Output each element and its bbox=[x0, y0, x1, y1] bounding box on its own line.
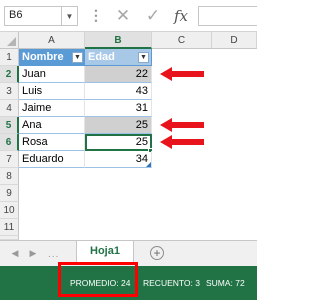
insert-function-icon[interactable]: fx bbox=[170, 6, 192, 26]
table-cell-nombre[interactable]: Rosa bbox=[19, 134, 85, 151]
filter-dropdown-icon[interactable]: ▼ bbox=[138, 52, 149, 63]
table-cell-edad[interactable]: 25 bbox=[85, 117, 152, 134]
select-all-icon bbox=[7, 37, 16, 46]
more-sheets-icon[interactable]: ... bbox=[48, 249, 59, 260]
cancel-icon[interactable]: ✕ bbox=[112, 6, 134, 26]
enter-icon[interactable]: ✓ bbox=[142, 6, 164, 26]
red-arrow-icon bbox=[160, 67, 204, 81]
row-header-1[interactable]: 1 bbox=[0, 49, 19, 66]
add-sheet-icon[interactable]: + bbox=[150, 246, 164, 260]
table-cell-nombre[interactable]: Ana bbox=[19, 117, 85, 134]
header-label: Nombre bbox=[22, 51, 64, 63]
formula-bar: B6 ▼ • • • ✕ ✓ fx bbox=[0, 0, 257, 32]
table-resize-handle[interactable] bbox=[146, 162, 151, 167]
active-cell[interactable]: 25 bbox=[85, 134, 152, 151]
select-all-button[interactable] bbox=[0, 32, 19, 49]
row-header-11[interactable]: 11 bbox=[0, 219, 19, 236]
row-header-3[interactable]: 3 bbox=[0, 83, 19, 100]
table-cell-nombre[interactable]: Luis bbox=[19, 83, 85, 100]
drag-handle-icon[interactable]: • • • bbox=[94, 7, 98, 26]
red-arrow-icon bbox=[160, 135, 204, 149]
column-header-d[interactable]: D bbox=[212, 32, 257, 49]
filter-dropdown-icon[interactable]: ▼ bbox=[72, 52, 83, 63]
column-header-c[interactable]: C bbox=[152, 32, 212, 49]
status-suma[interactable]: SUMA: 72 bbox=[206, 278, 245, 288]
row-header-5[interactable]: 5 bbox=[0, 117, 19, 134]
row-header-2[interactable]: 2 bbox=[0, 66, 19, 83]
row-header-7[interactable]: 7 bbox=[0, 151, 19, 168]
column-header-a[interactable]: A bbox=[19, 32, 85, 49]
scroll-left-icon[interactable]: ◀ bbox=[10, 247, 20, 259]
status-recuento[interactable]: RECUENTO: 3 bbox=[143, 278, 200, 288]
row-header-6[interactable]: 6 bbox=[0, 134, 19, 151]
row-header-10[interactable]: 10 bbox=[0, 202, 19, 219]
table-cell-edad[interactable]: 31 bbox=[85, 100, 152, 117]
column-header-b[interactable]: B bbox=[85, 32, 152, 49]
worksheet-grid: A B C D 1 2 3 4 5 6 7 8 9 10 11 Nombre ▼… bbox=[0, 32, 257, 240]
row-header-4[interactable]: 4 bbox=[0, 100, 19, 117]
red-arrow-icon bbox=[160, 118, 204, 132]
name-box[interactable]: B6 bbox=[4, 6, 62, 26]
table-cell-nombre[interactable]: Eduardo bbox=[19, 151, 85, 168]
header-label: Edad bbox=[88, 51, 115, 63]
highlight-box bbox=[58, 262, 138, 297]
row-header-8[interactable]: 8 bbox=[0, 168, 19, 185]
table-cell-edad[interactable]: 43 bbox=[85, 83, 152, 100]
table-cell-nombre[interactable]: Jaime bbox=[19, 100, 85, 117]
table-cell-edad[interactable]: 34 bbox=[85, 151, 152, 168]
formula-input[interactable] bbox=[198, 6, 257, 26]
scroll-right-icon[interactable]: ▶ bbox=[28, 247, 38, 259]
table-cell-nombre[interactable]: Juan bbox=[19, 66, 85, 83]
table-cell-edad[interactable]: 22 bbox=[85, 66, 152, 83]
row-header-9[interactable]: 9 bbox=[0, 185, 19, 202]
name-box-dropdown-icon[interactable]: ▼ bbox=[62, 6, 78, 26]
